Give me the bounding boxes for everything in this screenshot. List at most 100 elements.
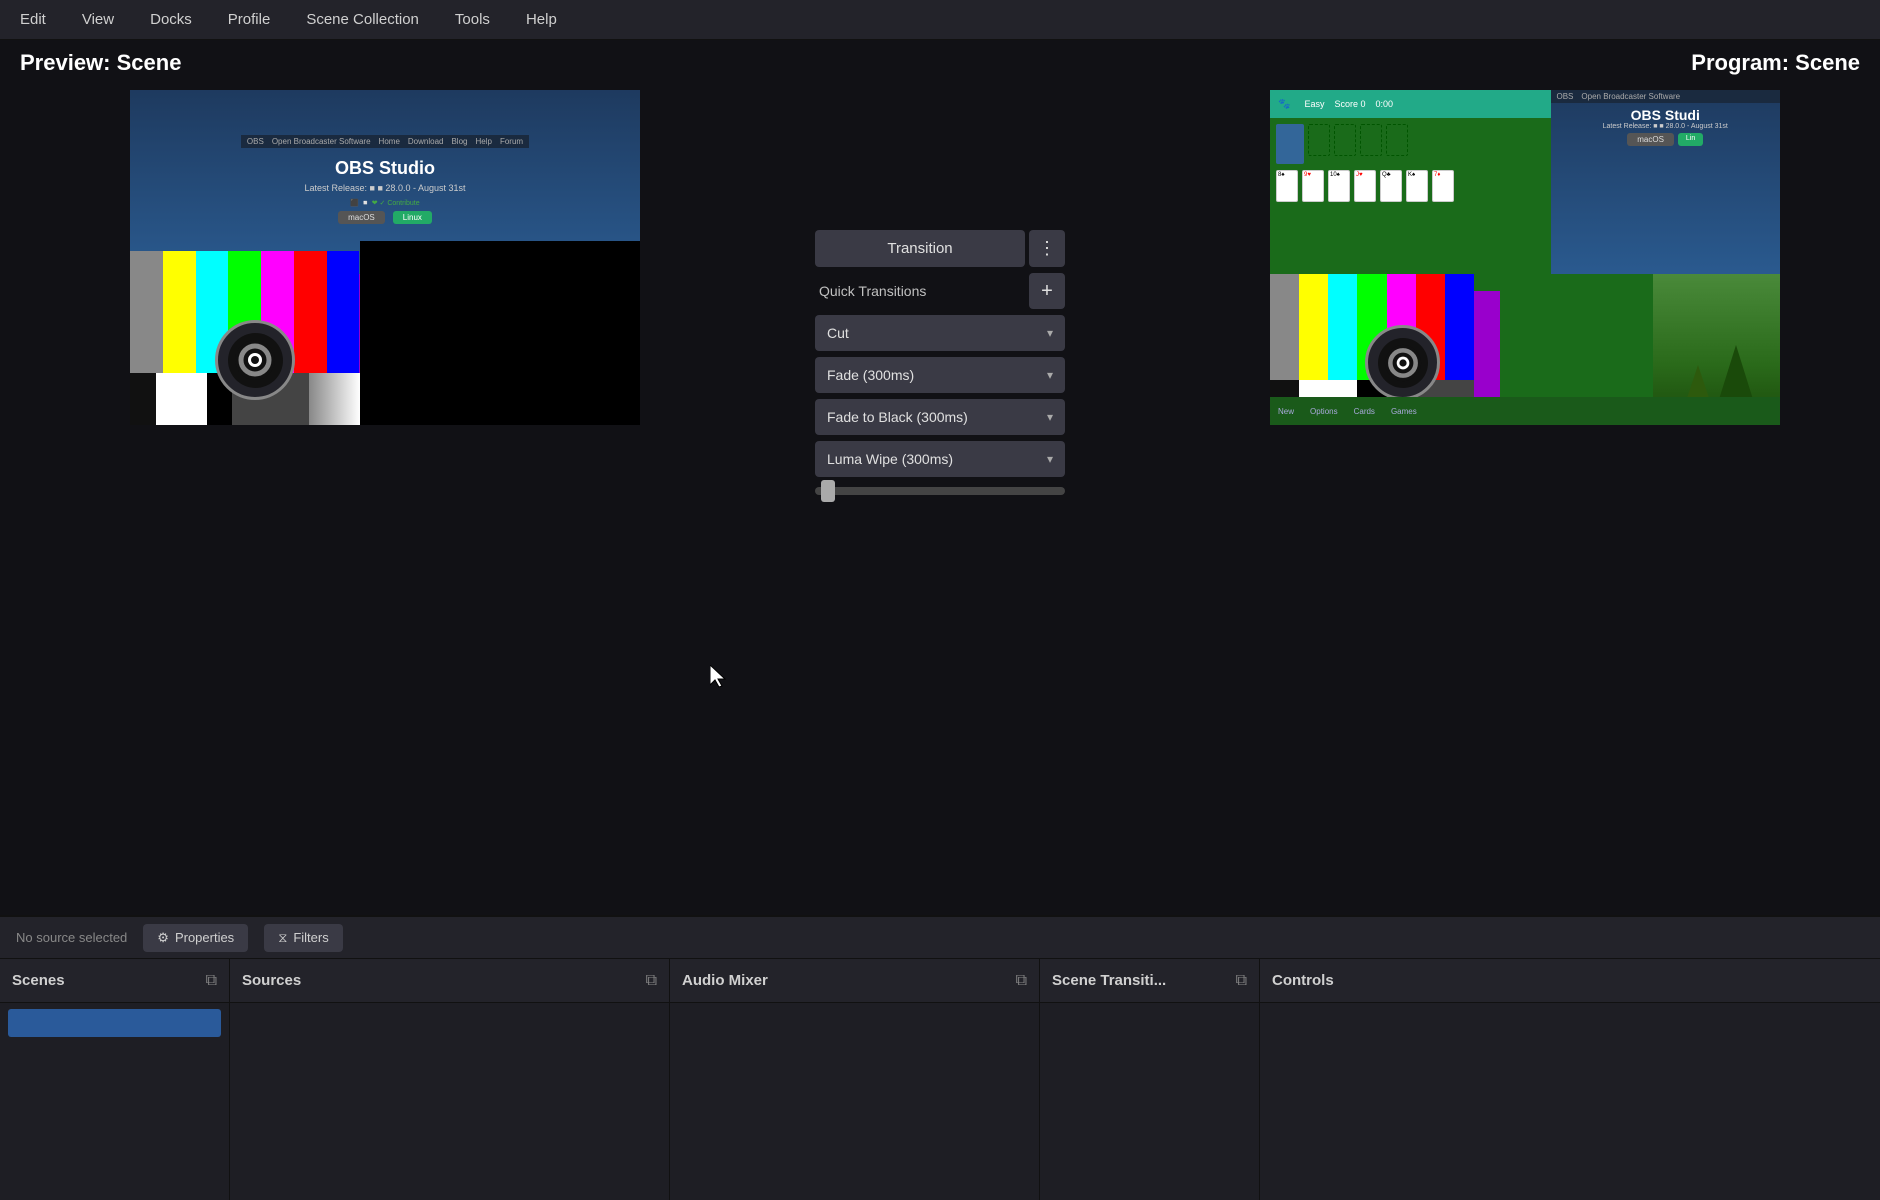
audio-panel-icon[interactable]: ⧉ [1016,972,1027,990]
pluge-2 [156,373,207,425]
slider-track[interactable] [815,487,1065,495]
center-panel: Transition ⋮ Quick Transitions + Cut ▾ F… [805,220,1075,509]
audio-panel-header: Audio Mixer ⧉ [670,959,1039,1003]
release-badge: ⬛ ◽ ❤ ✓ Contribute [305,199,466,207]
controls-panel: Controls [1260,959,1880,1200]
obs-title-right: OBS Studi [1551,107,1781,123]
main-area: Preview: Scene Program: Scene OBS Open B… [0,40,1880,1200]
bar-blue-r [1445,274,1474,380]
transition-slider-container [815,483,1065,499]
bar-gray [130,251,163,373]
filter-icon: ⧖ [278,930,287,946]
scene-selected-indicator [8,1009,221,1037]
filters-button[interactable]: ⧖ Filters [264,924,343,952]
nav-icon: 🐾 [1278,99,1290,110]
quick-transitions-label: Quick Transitions [815,283,1025,299]
card-7: 10♠ [1328,170,1350,202]
obs-subtitle: Latest Release: ■ ■ 28.0.0 - August 31st [305,183,466,193]
menu-view[interactable]: View [74,7,122,32]
properties-label: Properties [175,930,234,945]
linux-button-right: Lin [1678,133,1703,146]
bar-blue [327,251,360,373]
transitions-panel-icon[interactable]: ⧉ [1236,972,1247,990]
obs-logo-right [1365,325,1440,400]
quick-transitions-row: Quick Transitions + [815,273,1065,309]
status-bar: No source selected ⚙ Properties ⧖ Filter… [0,917,1880,959]
scenes-panel-icon[interactable]: ⧉ [206,972,217,990]
scenes-title: Scenes [12,972,65,989]
controls-title: Controls [1272,972,1334,989]
sources-panel-header: Sources ⧉ [230,959,669,1003]
scene-transitions-panel: Scene Transiti... ⧉ [1040,959,1260,1200]
audio-mixer-panel: Audio Mixer ⧉ [670,959,1040,1200]
menu-profile[interactable]: Profile [220,7,279,32]
game-footer: New Options Cards Games [1270,397,1780,425]
mouse-cursor [710,665,730,689]
black-area [360,241,641,425]
game-new: New [1278,407,1294,416]
fade-black-arrow: ▾ [1047,410,1053,424]
empty-slot-2 [1334,124,1356,156]
controls-content [1260,1003,1880,1200]
card-9: Q♣ [1380,170,1402,202]
sources-content [230,1003,669,1200]
linux-button: Linux [393,211,432,224]
scenes-panel: Scenes ⧉ [0,959,230,1200]
menu-tools[interactable]: Tools [447,7,498,32]
bar-gray-r [1270,274,1299,380]
scenes-content [0,1003,229,1200]
difficulty-label: Easy [1304,99,1324,109]
audio-title: Audio Mixer [682,972,768,989]
card-8: J♥ [1354,170,1376,202]
menu-docks[interactable]: Docks [142,7,200,32]
empty-slot-4 [1386,124,1408,156]
luma-wipe-arrow: ▾ [1047,452,1053,466]
pluge-1 [130,373,156,425]
properties-button[interactable]: ⚙ Properties [143,924,248,952]
panels-row: Scenes ⧉ Sources ⧉ Audio Mixer [0,959,1880,1200]
solitaire-game: 🐾 Easy Score 0 0:00 A♠ [1270,90,1780,425]
bar-red [294,251,327,373]
fade-black-dropdown[interactable]: Fade to Black (300ms) ▾ [815,399,1065,435]
empty-slot-3 [1360,124,1382,156]
menu-help[interactable]: Help [518,7,565,32]
obs-logo-left [215,320,295,400]
gear-icon: ⚙ [157,930,169,946]
menu-scene-collection[interactable]: Scene Collection [298,7,427,32]
transition-dots-button[interactable]: ⋮ [1029,230,1065,267]
game-options: Options [1310,407,1338,416]
filters-label: Filters [293,930,328,945]
left-preview-screen: OBS Open Broadcaster Software HomeDownlo… [130,90,640,425]
transitions-content [1040,1003,1259,1200]
luma-wipe-label: Luma Wipe (300ms) [827,451,953,467]
fade-dropdown[interactable]: Fade (300ms) ▾ [815,357,1065,393]
card-6: 9♥ [1302,170,1324,202]
obs-nav-right: OBSOpen Broadcaster Software [1551,90,1781,103]
slider-thumb[interactable] [821,480,835,502]
controls-panel-header: Controls [1260,959,1880,1003]
menu-edit[interactable]: Edit [12,7,54,32]
program-label: Program: Scene [1691,50,1860,84]
face-down-card [1276,124,1304,164]
cut-label: Cut [827,325,849,341]
card-10: K♠ [1406,170,1428,202]
luma-wipe-dropdown[interactable]: Luma Wipe (300ms) ▾ [815,441,1065,477]
audio-content [670,1003,1039,1200]
fade-black-label: Fade to Black (300ms) [827,409,968,425]
preview-label: Preview: Scene [20,50,181,84]
preview-area: Preview: Scene Program: Scene OBS Open B… [0,40,1880,915]
card-5: 8♠ [1276,170,1298,202]
bar-cyan-r [1328,274,1357,380]
empty-slot-1 [1308,124,1330,156]
cut-dropdown[interactable]: Cut ▾ [815,315,1065,351]
transition-button[interactable]: Transition [815,230,1025,267]
game-games: Games [1391,407,1417,416]
sources-panel-icon[interactable]: ⧉ [646,972,657,990]
right-preview-screen: 🐾 Easy Score 0 0:00 A♠ [1270,90,1780,425]
status-text: No source selected [16,930,127,945]
pluge-gradient [309,373,360,425]
menu-bar: Edit View Docks Profile Scene Collection… [0,0,1880,40]
transitions-title: Scene Transiti... [1052,972,1166,989]
score-label: Score 0 [1334,99,1365,109]
add-transition-button[interactable]: + [1029,273,1065,309]
